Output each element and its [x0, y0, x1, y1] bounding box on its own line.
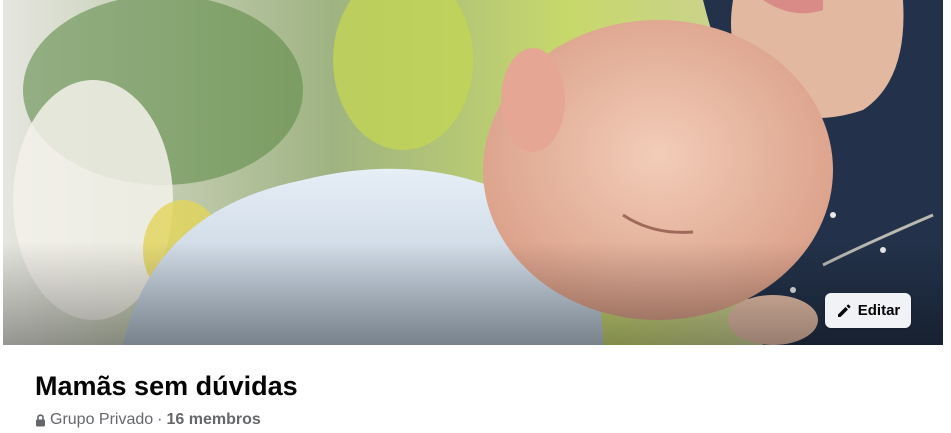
group-meta: Grupo Privado · 16 membros [35, 410, 261, 430]
edit-cover-label: Editar [857, 302, 901, 319]
cover-photo [3, 0, 943, 345]
edit-cover-button[interactable]: Editar [825, 293, 911, 328]
cover-image [3, 0, 943, 345]
group-members-count[interactable]: 16 membros [167, 410, 261, 430]
group-name[interactable]: Mamãs sem dúvidas [35, 369, 298, 403]
pencil-icon [837, 304, 851, 317]
group-privacy[interactable]: Grupo Privado [50, 410, 153, 430]
meta-separator: · [157, 411, 163, 428]
lock-icon [36, 413, 45, 426]
